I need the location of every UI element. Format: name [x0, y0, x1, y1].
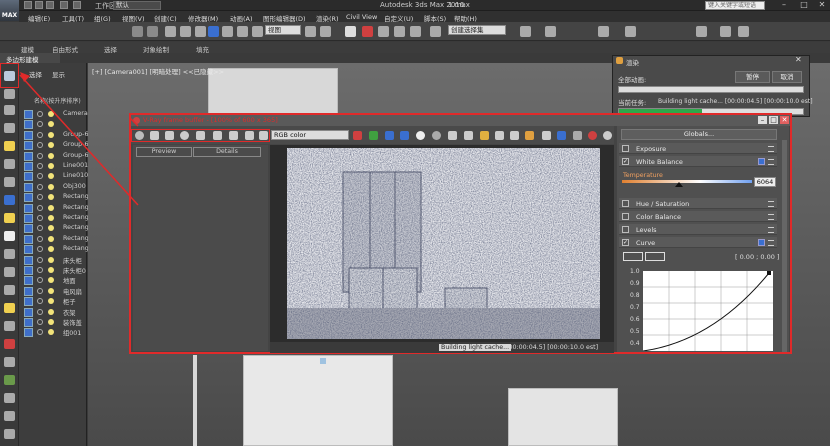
- annotation-arrow-short: [129, 117, 139, 127]
- annotation-arrows: [19, 72, 139, 206]
- annotation-arrow-diagonal: [19, 74, 139, 206]
